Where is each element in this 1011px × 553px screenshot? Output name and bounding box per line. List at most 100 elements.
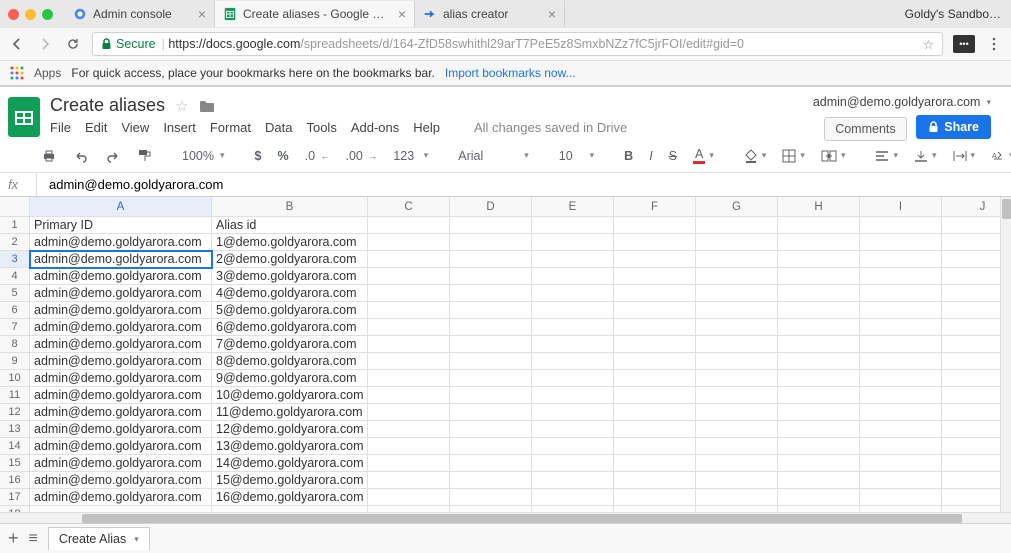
fill-color-icon[interactable]: ▾ bbox=[741, 147, 770, 165]
cell-F5[interactable] bbox=[614, 285, 696, 302]
apps-icon[interactable] bbox=[10, 66, 24, 80]
cell-E14[interactable] bbox=[532, 438, 614, 455]
cell-G3[interactable] bbox=[696, 251, 778, 268]
cell-I3[interactable] bbox=[860, 251, 942, 268]
decrease-decimal-icon[interactable]: .0 ← bbox=[302, 147, 333, 165]
row-header-5[interactable]: 5 bbox=[0, 285, 30, 302]
cell-B15[interactable]: 14@demo.goldyarora.com bbox=[212, 455, 368, 472]
cell-A15[interactable]: admin@demo.goldyarora.com bbox=[30, 455, 212, 472]
font-size-selector[interactable]: 10 ▾ bbox=[556, 147, 597, 165]
cell-E9[interactable] bbox=[532, 353, 614, 370]
close-window-icon[interactable] bbox=[8, 9, 19, 20]
extensions-icon[interactable]: ••• bbox=[953, 35, 975, 53]
import-bookmarks-link[interactable]: Import bookmarks now... bbox=[445, 66, 576, 80]
increase-decimal-icon[interactable]: .00 → bbox=[343, 147, 381, 165]
cell-A12[interactable]: admin@demo.goldyarora.com bbox=[30, 404, 212, 421]
cell-C8[interactable] bbox=[368, 336, 450, 353]
cell-I6[interactable] bbox=[860, 302, 942, 319]
cell-I15[interactable] bbox=[860, 455, 942, 472]
cell-D8[interactable] bbox=[450, 336, 532, 353]
cell-H11[interactable] bbox=[778, 387, 860, 404]
cell-F9[interactable] bbox=[614, 353, 696, 370]
row-header-15[interactable]: 15 bbox=[0, 455, 30, 472]
cell-B7[interactable]: 6@demo.goldyarora.com bbox=[212, 319, 368, 336]
cell-B9[interactable]: 8@demo.goldyarora.com bbox=[212, 353, 368, 370]
cell-E15[interactable] bbox=[532, 455, 614, 472]
share-button[interactable]: Share bbox=[916, 115, 991, 139]
percent-icon[interactable]: % bbox=[274, 147, 291, 165]
col-header-E[interactable]: E bbox=[532, 197, 614, 217]
cell-A3[interactable]: admin@demo.goldyarora.com bbox=[30, 251, 212, 268]
cell-H10[interactable] bbox=[778, 370, 860, 387]
cell-A2[interactable]: admin@demo.goldyarora.com bbox=[30, 234, 212, 251]
cell-B14[interactable]: 13@demo.goldyarora.com bbox=[212, 438, 368, 455]
cell-D9[interactable] bbox=[450, 353, 532, 370]
text-color-icon[interactable]: A▾ bbox=[690, 145, 717, 166]
cell-D3[interactable] bbox=[450, 251, 532, 268]
cell-B1[interactable]: Alias id bbox=[212, 217, 368, 234]
browser-menu-icon[interactable] bbox=[985, 35, 1003, 53]
cell-I8[interactable] bbox=[860, 336, 942, 353]
cell-B5[interactable]: 4@demo.goldyarora.com bbox=[212, 285, 368, 302]
browser-tab-sheets[interactable]: Create aliases - Google Sheets × bbox=[215, 1, 415, 27]
borders-icon[interactable]: ▾ bbox=[779, 147, 808, 165]
cell-D2[interactable] bbox=[450, 234, 532, 251]
cell-E1[interactable] bbox=[532, 217, 614, 234]
cell-I9[interactable] bbox=[860, 353, 942, 370]
account-email[interactable]: admin@demo.goldyarora.com▾ bbox=[813, 95, 991, 109]
add-sheet-button[interactable]: + bbox=[8, 528, 19, 549]
cell-A13[interactable]: admin@demo.goldyarora.com bbox=[30, 421, 212, 438]
cell-I16[interactable] bbox=[860, 472, 942, 489]
cell-G8[interactable] bbox=[696, 336, 778, 353]
cell-C11[interactable] bbox=[368, 387, 450, 404]
forward-button[interactable] bbox=[36, 35, 54, 53]
number-format-selector[interactable]: 123 ▾ bbox=[390, 147, 431, 165]
col-header-C[interactable]: C bbox=[368, 197, 450, 217]
cell-C10[interactable] bbox=[368, 370, 450, 387]
cell-I10[interactable] bbox=[860, 370, 942, 387]
address-bar[interactable]: Secure | https://docs.google.com/spreads… bbox=[92, 32, 943, 56]
cell-F3[interactable] bbox=[614, 251, 696, 268]
menu-data[interactable]: Data bbox=[265, 120, 292, 135]
cell-G14[interactable] bbox=[696, 438, 778, 455]
row-header-2[interactable]: 2 bbox=[0, 234, 30, 251]
cell-F7[interactable] bbox=[614, 319, 696, 336]
browser-tab-alias[interactable]: alias creator × bbox=[415, 1, 565, 27]
menu-addons[interactable]: Add-ons bbox=[351, 120, 399, 135]
cell-B11[interactable]: 10@demo.goldyarora.com bbox=[212, 387, 368, 404]
cell-E13[interactable] bbox=[532, 421, 614, 438]
cell-C1[interactable] bbox=[368, 217, 450, 234]
col-header-G[interactable]: G bbox=[696, 197, 778, 217]
cell-I4[interactable] bbox=[860, 268, 942, 285]
cell-F4[interactable] bbox=[614, 268, 696, 285]
cell-F2[interactable] bbox=[614, 234, 696, 251]
col-header-B[interactable]: B bbox=[212, 197, 368, 217]
cell-E4[interactable] bbox=[532, 268, 614, 285]
cell-I17[interactable] bbox=[860, 489, 942, 506]
cell-I7[interactable] bbox=[860, 319, 942, 336]
cell-C6[interactable] bbox=[368, 302, 450, 319]
cell-I11[interactable] bbox=[860, 387, 942, 404]
cell-C14[interactable] bbox=[368, 438, 450, 455]
cell-C5[interactable] bbox=[368, 285, 450, 302]
cell-E16[interactable] bbox=[532, 472, 614, 489]
cell-A7[interactable]: admin@demo.goldyarora.com bbox=[30, 319, 212, 336]
cell-G17[interactable] bbox=[696, 489, 778, 506]
italic-icon[interactable]: I bbox=[646, 147, 655, 165]
cell-C16[interactable] bbox=[368, 472, 450, 489]
cell-G4[interactable] bbox=[696, 268, 778, 285]
cell-B3[interactable]: 2@demo.goldyarora.com bbox=[212, 251, 368, 268]
cell-D12[interactable] bbox=[450, 404, 532, 421]
close-tab-icon[interactable]: × bbox=[542, 6, 556, 22]
zoom-selector[interactable]: 100%▾ bbox=[179, 147, 228, 165]
cell-C13[interactable] bbox=[368, 421, 450, 438]
col-header-I[interactable]: I bbox=[860, 197, 942, 217]
cell-F15[interactable] bbox=[614, 455, 696, 472]
cell-G1[interactable] bbox=[696, 217, 778, 234]
cell-D7[interactable] bbox=[450, 319, 532, 336]
cell-G16[interactable] bbox=[696, 472, 778, 489]
cell-A14[interactable]: admin@demo.goldyarora.com bbox=[30, 438, 212, 455]
cell-H7[interactable] bbox=[778, 319, 860, 336]
cell-G9[interactable] bbox=[696, 353, 778, 370]
strikethrough-icon[interactable]: S bbox=[666, 147, 680, 165]
